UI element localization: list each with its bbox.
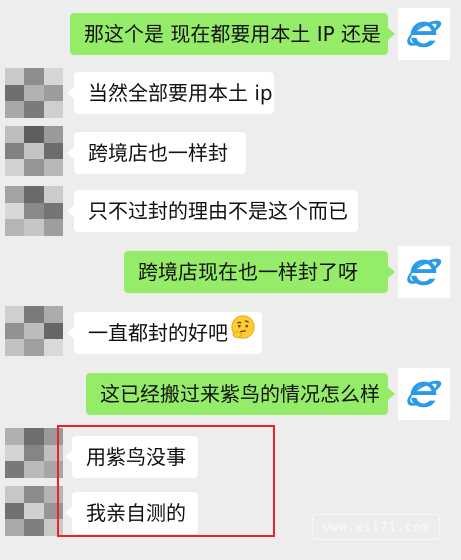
ie-logo-icon[interactable]: [398, 246, 450, 298]
message-bubble-incoming[interactable]: 一直都封的好吧: [67, 312, 262, 354]
ie-logo-icon[interactable]: [398, 368, 450, 420]
message-bubble-outgoing[interactable]: 跨境店现在也一样封了呀: [124, 251, 395, 293]
pixelated-avatar[interactable]: [5, 126, 63, 176]
message-row: 当然全部要用本土 ip: [0, 68, 461, 123]
chat-message-list[interactable]: 那这个是 现在都要用本土 IP 还是 当然全部要用本土 ip 跨境店也一样封 只…: [0, 0, 461, 560]
red-highlight-box: [57, 425, 275, 537]
message-bubble-incoming[interactable]: 当然全部要用本土 ip: [67, 72, 274, 114]
message-row: 跨境店也一样封: [0, 126, 461, 182]
message-bubble-outgoing[interactable]: 那这个是 现在都要用本土 IP 还是: [70, 13, 395, 55]
site-watermark: www.ws171.com: [312, 514, 440, 540]
pixelated-avatar[interactable]: [5, 428, 63, 478]
message-text: 一直都封的好吧: [88, 321, 228, 345]
message-bubble-incoming[interactable]: 跨境店也一样封: [67, 132, 246, 174]
message-row: 一直都封的好吧: [0, 306, 461, 362]
pixelated-avatar[interactable]: [5, 486, 63, 536]
pixelated-avatar[interactable]: [5, 186, 63, 236]
pixelated-avatar[interactable]: [5, 68, 63, 118]
message-row: 跨境店现在也一样封了呀: [0, 246, 461, 298]
message-bubble-outgoing[interactable]: 这已经搬过来紫鸟的情况怎么样: [86, 373, 395, 415]
ie-logo-icon[interactable]: [398, 8, 450, 60]
thinking-face-emoji-icon: [230, 312, 256, 354]
pixelated-avatar[interactable]: [5, 306, 63, 356]
message-bubble-incoming[interactable]: 只不过封的理由不是这个而已: [67, 190, 358, 232]
message-row: 那这个是 现在都要用本土 IP 还是: [0, 8, 461, 60]
message-row: 只不过封的理由不是这个而已: [0, 186, 461, 240]
message-row: 这已经搬过来紫鸟的情况怎么样: [0, 368, 461, 420]
